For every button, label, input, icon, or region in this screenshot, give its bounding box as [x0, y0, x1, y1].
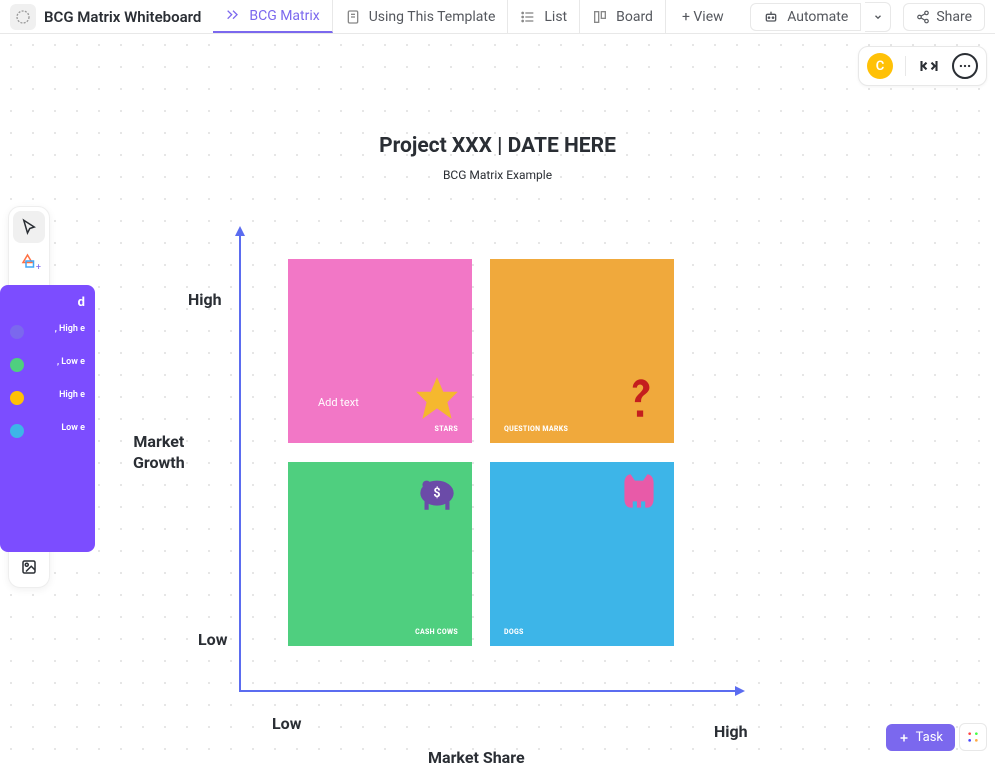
tab-list[interactable]: List: [508, 0, 580, 33]
tab-label: List: [544, 9, 567, 25]
quadrant-cash-cows[interactable]: $ CASH COWS: [288, 462, 472, 646]
automate-label: Automate: [787, 9, 848, 25]
quad-label: STARS: [435, 425, 458, 433]
plus-icon: [898, 732, 910, 744]
quadrant-question-marks[interactable]: QUESTION MARKS: [490, 259, 674, 443]
chevron-down-icon: [873, 12, 883, 22]
dog-icon: [614, 466, 664, 516]
canvas[interactable]: C + d , High e , Low e High e Low e Proj…: [0, 34, 995, 765]
quadrant-dogs[interactable]: DOGS: [490, 462, 674, 646]
share-icon: [916, 10, 930, 24]
star-icon: [412, 373, 462, 423]
quad-label: CASH COWS: [415, 628, 458, 636]
quad-placeholder[interactable]: Add text: [318, 396, 359, 409]
app-icon[interactable]: [10, 4, 36, 30]
x-low-label: Low: [272, 714, 301, 733]
tab-group: BCG Matrix Using This Template List Boar…: [213, 0, 666, 33]
quad-label: DOGS: [504, 628, 524, 636]
x-axis: [239, 690, 739, 692]
automate-dropdown[interactable]: [865, 2, 891, 32]
apps-icon: [965, 729, 981, 745]
svg-text:$: $: [433, 486, 440, 501]
add-view-button[interactable]: + View: [670, 0, 736, 33]
chart-title[interactable]: Project XXX | DATE HERE: [379, 134, 616, 158]
x-high-label: High: [714, 722, 748, 741]
matrix-content: Project XXX | DATE HERE BCG Matrix Examp…: [0, 34, 995, 765]
robot-icon: [763, 9, 779, 25]
chart-subtitle[interactable]: BCG Matrix Example: [443, 168, 552, 182]
document-icon: [345, 9, 361, 25]
tab-label: BCG Matrix: [249, 8, 319, 24]
list-icon: [520, 9, 536, 25]
tab-label: Board: [616, 9, 653, 25]
x-axis-label: Market Share: [428, 748, 525, 767]
tab-bcg-matrix[interactable]: BCG Matrix: [213, 0, 332, 33]
y-high-label: High: [188, 290, 222, 309]
question-icon: [614, 373, 664, 423]
tab-label: Using This Template: [369, 9, 496, 25]
board-icon: [592, 9, 608, 25]
y-axis: [239, 232, 241, 692]
automate-button[interactable]: Automate: [750, 3, 861, 31]
task-button[interactable]: Task: [886, 724, 955, 751]
header: BCG Matrix Whiteboard BCG Matrix Using T…: [0, 0, 995, 34]
y-axis-label: Market Growth: [133, 432, 185, 474]
y-low-label: Low: [198, 630, 227, 649]
cow-icon: $: [412, 466, 462, 516]
quadrant-stars[interactable]: Add text STARS: [288, 259, 472, 443]
share-label: Share: [936, 9, 972, 25]
apps-button[interactable]: [959, 723, 987, 751]
board-name[interactable]: BCG Matrix Whiteboard: [44, 8, 201, 26]
quad-label: QUESTION MARKS: [504, 425, 568, 433]
share-button[interactable]: Share: [903, 3, 985, 31]
tab-board[interactable]: Board: [580, 0, 666, 33]
task-label: Task: [916, 730, 943, 745]
tab-using-template[interactable]: Using This Template: [333, 0, 509, 33]
whiteboard-icon: [225, 8, 241, 24]
